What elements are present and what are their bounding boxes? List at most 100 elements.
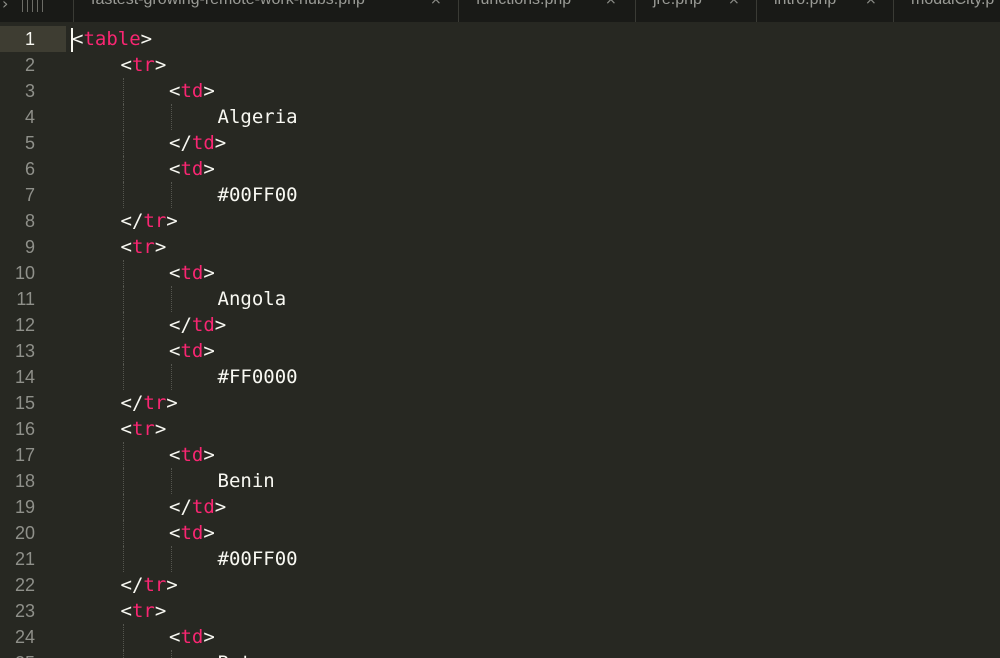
code-line[interactable]: #00FF00 bbox=[218, 546, 298, 572]
text-token: < bbox=[120, 236, 132, 258]
tag-name-token: td bbox=[180, 444, 204, 466]
code-line[interactable]: Angola bbox=[218, 286, 287, 312]
tag-name-token: td bbox=[180, 262, 204, 284]
text-token: > bbox=[140, 28, 153, 50]
indent-guide bbox=[123, 546, 124, 572]
indent-guide bbox=[123, 338, 124, 364]
tab-bar-grip-divider bbox=[22, 0, 23, 12]
text-token: > bbox=[166, 210, 178, 232]
tag-name-token: td bbox=[191, 496, 215, 518]
text-token: </ bbox=[169, 132, 192, 154]
text-token: Algeria bbox=[217, 106, 298, 128]
code-line[interactable]: <td> bbox=[169, 338, 215, 364]
code-line[interactable]: Benin bbox=[218, 468, 275, 494]
code-line[interactable]: </td> bbox=[169, 312, 226, 338]
text-token: < bbox=[169, 158, 181, 180]
text-token: > bbox=[214, 132, 227, 154]
indent-guide bbox=[123, 468, 124, 494]
editor-area[interactable]: 1234567891011121314151617181920212223242… bbox=[0, 22, 1000, 658]
tab-bar-grip-divider bbox=[37, 0, 38, 12]
code-line[interactable]: #FF0000 bbox=[218, 364, 298, 390]
indent-guide bbox=[123, 130, 124, 156]
tab-label: jre.php bbox=[653, 0, 702, 9]
tab-label: modalCity.p bbox=[911, 0, 994, 9]
text-token: < bbox=[169, 522, 181, 544]
code-line[interactable]: <td> bbox=[169, 520, 215, 546]
text-token: < bbox=[169, 444, 181, 466]
text-token: Botswana bbox=[218, 652, 310, 658]
text-token: > bbox=[154, 236, 167, 258]
indent-guide bbox=[123, 650, 124, 658]
tag-name-token: tr bbox=[143, 392, 167, 414]
tab-intro[interactable]: intro.php × bbox=[756, 0, 893, 22]
code-line[interactable]: <tr> bbox=[121, 416, 167, 442]
close-icon[interactable]: × bbox=[430, 0, 442, 8]
indent-guide bbox=[171, 546, 172, 572]
code-editor-window: › fastest-growing-remote-work-hubs.php ×… bbox=[0, 0, 1000, 658]
code-line[interactable]: </td> bbox=[169, 494, 226, 520]
close-icon[interactable]: × bbox=[605, 0, 617, 8]
tab-modalcity[interactable]: modalCity.p bbox=[893, 0, 1000, 22]
tab-functions[interactable]: functions.php × bbox=[458, 0, 635, 22]
text-token: #00FF00 bbox=[217, 548, 298, 570]
text-token: < bbox=[169, 340, 181, 362]
code-line[interactable]: <td> bbox=[169, 78, 215, 104]
text-token: </ bbox=[120, 392, 144, 414]
code-line[interactable]: <tr> bbox=[121, 598, 167, 624]
indent-guide bbox=[171, 104, 172, 130]
code-line[interactable]: </tr> bbox=[121, 572, 178, 598]
text-token: > bbox=[154, 54, 167, 76]
tab-label: functions.php bbox=[476, 0, 571, 9]
indent-guide bbox=[123, 78, 124, 104]
code-text-area[interactable]: <table> <tr> <td> Algeria </td> <td> #00FF00 </… bbox=[0, 22, 1000, 658]
code-line[interactable]: <td> bbox=[169, 156, 215, 182]
text-token: < bbox=[169, 626, 181, 648]
code-line[interactable]: <td> bbox=[169, 260, 215, 286]
text-token: < bbox=[72, 28, 84, 50]
indent-guide bbox=[123, 494, 124, 520]
tag-name-token: td bbox=[180, 522, 204, 544]
text-token: > bbox=[154, 600, 167, 622]
text-token: Benin bbox=[217, 470, 275, 492]
text-token: > bbox=[203, 522, 215, 544]
code-line[interactable]: </td> bbox=[169, 130, 226, 156]
close-icon[interactable]: × bbox=[865, 0, 877, 8]
text-token: > bbox=[203, 444, 215, 466]
indent-guide bbox=[123, 286, 124, 312]
indent-guide bbox=[171, 286, 172, 312]
tag-name-token: tr bbox=[131, 54, 155, 76]
indent-guide bbox=[171, 182, 172, 208]
tag-name-token: td bbox=[180, 80, 204, 102]
indent-guide bbox=[123, 260, 124, 286]
indent-guide bbox=[171, 650, 172, 658]
code-line[interactable]: <tr> bbox=[121, 234, 167, 260]
tab-jre[interactable]: jre.php × bbox=[635, 0, 756, 22]
code-line[interactable]: #00FF00 bbox=[218, 182, 298, 208]
text-token: > bbox=[203, 262, 215, 284]
tab-bar: › fastest-growing-remote-work-hubs.php ×… bbox=[0, 0, 1000, 22]
code-line[interactable]: </tr> bbox=[121, 208, 178, 234]
code-line[interactable]: </tr> bbox=[121, 390, 178, 416]
code-line[interactable]: Botswana bbox=[218, 650, 310, 658]
code-line[interactable]: Algeria bbox=[218, 104, 298, 130]
indent-guide bbox=[123, 442, 124, 468]
text-token: > bbox=[214, 496, 227, 518]
text-cursor bbox=[71, 28, 73, 52]
text-token: > bbox=[203, 158, 215, 180]
tag-name-token: tr bbox=[131, 600, 155, 622]
tag-name-token: td bbox=[180, 340, 204, 362]
code-line[interactable]: <td> bbox=[169, 442, 215, 468]
code-line[interactable]: <td> bbox=[169, 624, 215, 650]
text-token: Angola bbox=[217, 288, 287, 310]
code-line[interactable]: <table> bbox=[72, 26, 152, 52]
text-token: < bbox=[169, 262, 181, 284]
indent-guide bbox=[123, 156, 124, 182]
close-icon[interactable]: × bbox=[728, 0, 740, 8]
tab-fastest-growing-remote-work-hubs[interactable]: fastest-growing-remote-work-hubs.php × bbox=[73, 0, 458, 22]
indent-guide bbox=[123, 520, 124, 546]
indent-guide bbox=[123, 364, 124, 390]
tab-scroll-left-icon[interactable]: › bbox=[2, 0, 8, 13]
tab-label: fastest-growing-remote-work-hubs.php bbox=[91, 0, 365, 9]
code-line[interactable]: <tr> bbox=[121, 52, 167, 78]
text-token: </ bbox=[120, 574, 144, 596]
